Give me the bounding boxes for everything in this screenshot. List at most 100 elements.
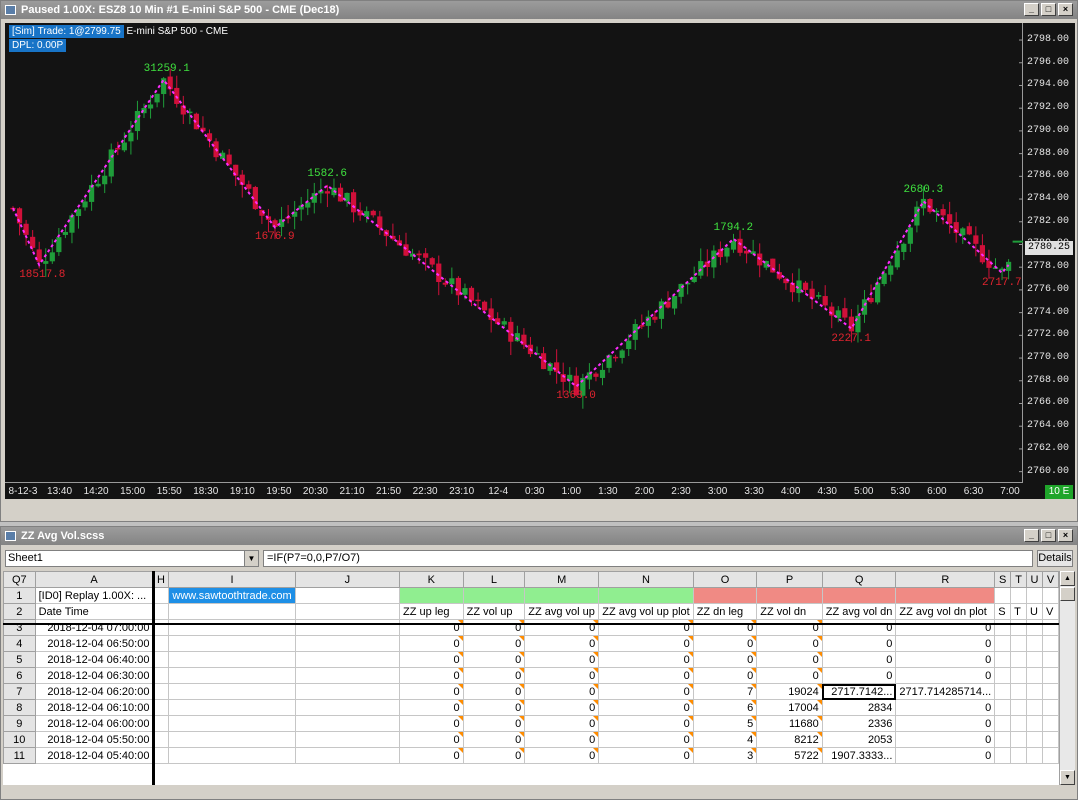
cell-r[interactable]: 2717.714285714... bbox=[895, 683, 996, 700]
cell-v[interactable] bbox=[1041, 699, 1059, 716]
col-header-k[interactable]: K bbox=[399, 571, 464, 588]
cell-k[interactable]: 0 bbox=[399, 635, 464, 652]
cell-u[interactable] bbox=[1026, 699, 1043, 716]
cell-v[interactable] bbox=[1041, 715, 1059, 732]
chart-title-bar[interactable]: Paused 1.00X: ESZ8 10 Min #1 E-mini S&P … bbox=[1, 1, 1077, 19]
cell-q[interactable]: 2053 bbox=[821, 731, 897, 748]
cell-p[interactable]: 0 bbox=[756, 635, 823, 652]
cell-v[interactable] bbox=[1041, 635, 1059, 652]
cell-s[interactable] bbox=[994, 715, 1012, 732]
cell-r[interactable]: 0 bbox=[895, 715, 996, 732]
cell-s[interactable] bbox=[994, 619, 1012, 636]
cell-l[interactable]: 0 bbox=[462, 667, 526, 684]
cell-t2[interactable]: T bbox=[1010, 603, 1028, 620]
cell-o2[interactable]: ZZ dn leg bbox=[692, 603, 758, 620]
cell-o[interactable]: 0 bbox=[692, 635, 758, 652]
col-header-m[interactable]: M bbox=[524, 571, 600, 588]
cell-t[interactable] bbox=[1010, 683, 1028, 700]
cell-r[interactable]: 0 bbox=[895, 731, 996, 748]
col-header-t[interactable]: T bbox=[1010, 571, 1028, 588]
cell-r[interactable]: 0 bbox=[895, 747, 996, 764]
row-header[interactable]: 2 bbox=[3, 603, 36, 620]
cell-h[interactable] bbox=[152, 715, 170, 732]
cell-q[interactable]: 0 bbox=[821, 651, 897, 668]
cell-p[interactable]: 11680 bbox=[756, 715, 823, 732]
col-header-o[interactable]: O bbox=[692, 571, 758, 588]
cell-q[interactable]: 1907.3333... bbox=[821, 747, 897, 764]
cell-p1[interactable] bbox=[756, 587, 823, 604]
cell-h2[interactable] bbox=[152, 603, 170, 620]
cell-i1-link[interactable]: www.sawtoothtrade.com bbox=[168, 587, 296, 604]
row-header[interactable]: 6 bbox=[3, 667, 36, 684]
sheet-selector[interactable]: Sheet1 ▼ bbox=[5, 550, 259, 567]
cell-p[interactable]: 0 bbox=[756, 651, 823, 668]
timeframe-badge[interactable]: 10 E bbox=[1045, 485, 1073, 499]
cell-s[interactable] bbox=[994, 683, 1012, 700]
cell-q1[interactable] bbox=[821, 587, 897, 604]
cell-m[interactable]: 0 bbox=[524, 747, 600, 764]
row-header[interactable]: 4 bbox=[3, 635, 36, 652]
row-header[interactable]: 9 bbox=[3, 715, 36, 732]
cell-l2[interactable]: ZZ vol up bbox=[462, 603, 526, 620]
cell-m[interactable]: 0 bbox=[524, 667, 600, 684]
cell-n2[interactable]: 0 bbox=[598, 619, 694, 636]
scroll-down-icon[interactable]: ▼ bbox=[1060, 770, 1075, 785]
cell-q[interactable]: 2717.7142... bbox=[821, 683, 897, 700]
cell-p[interactable]: 0 bbox=[756, 619, 823, 636]
cell-u[interactable] bbox=[1026, 667, 1043, 684]
cell-o1[interactable] bbox=[692, 587, 758, 604]
cell-m[interactable]: 0 bbox=[524, 683, 600, 700]
cell-o[interactable]: 7 bbox=[692, 683, 758, 700]
cell-v[interactable] bbox=[1041, 747, 1059, 764]
cell-h[interactable] bbox=[152, 731, 170, 748]
cell-j2[interactable] bbox=[294, 603, 401, 620]
cell-a2[interactable]: Date Time bbox=[34, 603, 154, 620]
cell-i[interactable] bbox=[168, 683, 296, 700]
cell-t[interactable] bbox=[1010, 619, 1028, 636]
cell-m[interactable]: 0 bbox=[524, 731, 600, 748]
cell-p[interactable]: 8212 bbox=[756, 731, 823, 748]
cell-u[interactable] bbox=[1026, 651, 1043, 668]
cell-v[interactable] bbox=[1041, 731, 1059, 748]
cell-n1[interactable] bbox=[598, 587, 694, 604]
cell-r[interactable]: 0 bbox=[895, 651, 996, 668]
cell-n2[interactable]: 0 bbox=[598, 683, 694, 700]
scroll-thumb[interactable] bbox=[1060, 587, 1075, 601]
cell-u[interactable] bbox=[1026, 731, 1043, 748]
cell-v[interactable] bbox=[1041, 651, 1059, 668]
cell-j[interactable] bbox=[294, 667, 401, 684]
cell-l1[interactable] bbox=[462, 587, 526, 604]
cell-n2[interactable]: 0 bbox=[598, 667, 694, 684]
row-header[interactable]: 1 bbox=[3, 587, 36, 604]
cell-h[interactable] bbox=[152, 651, 170, 668]
cell-j1[interactable] bbox=[294, 587, 401, 604]
cell-date[interactable]: 2018-12-04 05:50:00 bbox=[34, 731, 154, 748]
cell-o[interactable]: 3 bbox=[692, 747, 758, 764]
cell-s2[interactable]: S bbox=[994, 603, 1012, 620]
cell-q[interactable]: 2336 bbox=[821, 715, 897, 732]
cell-t[interactable] bbox=[1010, 635, 1028, 652]
cell-date[interactable]: 2018-12-04 07:00:00 bbox=[34, 619, 154, 636]
cell-j[interactable] bbox=[294, 699, 401, 716]
cell-r[interactable]: 0 bbox=[895, 619, 996, 636]
cell-v[interactable] bbox=[1041, 683, 1059, 700]
price-chart[interactable]: [Sim] Trade: 1@2799.75 E-mini S&P 500 - … bbox=[5, 23, 1075, 499]
cell-s[interactable] bbox=[994, 747, 1012, 764]
cell-o[interactable]: 0 bbox=[692, 651, 758, 668]
cell-j[interactable] bbox=[294, 683, 401, 700]
cell-q[interactable]: 0 bbox=[821, 619, 897, 636]
col-header-s[interactable]: S bbox=[994, 571, 1012, 588]
cell-k[interactable]: 0 bbox=[399, 715, 464, 732]
row-header[interactable]: 5 bbox=[3, 651, 36, 668]
cell-s[interactable] bbox=[994, 699, 1012, 716]
cell-u[interactable] bbox=[1026, 683, 1043, 700]
cell-s[interactable] bbox=[994, 635, 1012, 652]
row-header[interactable]: 11 bbox=[3, 747, 36, 764]
details-button[interactable]: Details bbox=[1037, 550, 1073, 567]
cell-date[interactable]: 2018-12-04 06:30:00 bbox=[34, 667, 154, 684]
cell-m1[interactable] bbox=[524, 587, 600, 604]
spreadsheet-grid[interactable]: Q7 A H I J K L M N O P Q R S T U V 1 [ID… bbox=[3, 571, 1059, 785]
cell-m[interactable]: 0 bbox=[524, 651, 600, 668]
close-button[interactable]: × bbox=[1058, 3, 1073, 16]
cell-u[interactable] bbox=[1026, 635, 1043, 652]
